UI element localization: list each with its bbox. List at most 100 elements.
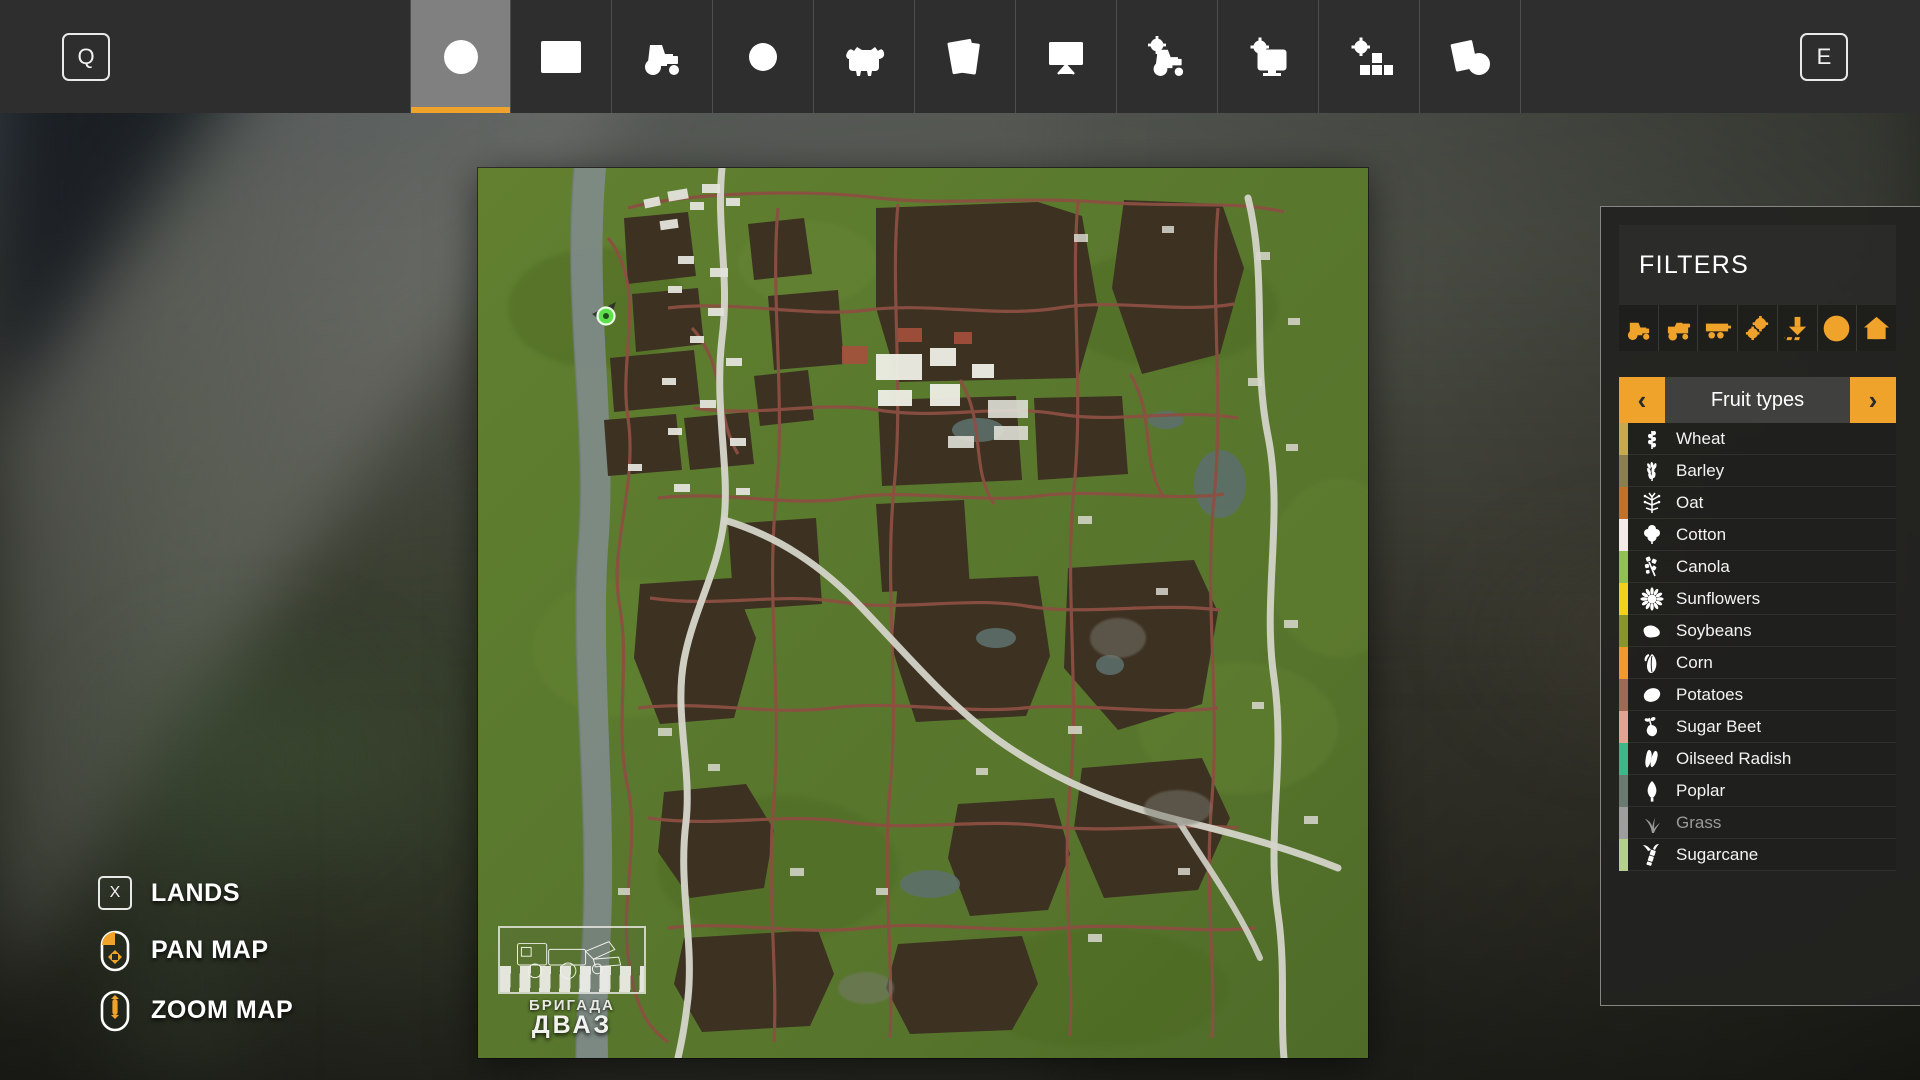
filter-warning[interactable] <box>1818 305 1858 351</box>
fruit-icon-wrap <box>1628 555 1676 579</box>
category-next-button[interactable]: › <box>1850 377 1896 423</box>
tractor-filter-icon <box>1627 322 1650 340</box>
nav-tab-dollar-coin[interactable]: $ <box>713 0 814 113</box>
help-row: PAN MAP <box>98 930 293 972</box>
filter-trailer[interactable] <box>1698 305 1739 351</box>
cotton-icon <box>1644 524 1660 544</box>
map-viewport[interactable]: БРИГАДА ДВАЗ <box>478 168 1368 1058</box>
filter-house[interactable] <box>1857 305 1896 351</box>
fruit-row[interactable]: Canola <box>1619 550 1896 583</box>
fruit-color-swatch <box>1619 614 1628 647</box>
fruit-row[interactable]: Grass <box>1619 806 1896 839</box>
trailer-filter-icon <box>1706 323 1732 339</box>
fruit-color-swatch <box>1619 422 1628 455</box>
key-x[interactable]: X <box>98 876 132 910</box>
filter-tools[interactable] <box>1738 305 1778 351</box>
filter-harvester[interactable] <box>1659 305 1699 351</box>
nav-tab-tractor[interactable] <box>612 0 713 113</box>
fruit-name: Wheat <box>1676 428 1726 448</box>
fruit-color-swatch <box>1619 678 1628 711</box>
nav-tab-monitor-gear[interactable] <box>1218 0 1319 113</box>
map-help-legend: X LANDS PAN MAP ZOOM MAP <box>98 876 294 1032</box>
mouse-zoom-icon <box>98 990 132 1032</box>
fruit-name: Sugarcane <box>1676 844 1759 864</box>
house-filter-icon <box>1864 316 1890 339</box>
fruit-icon-wrap <box>1628 459 1676 483</box>
fruit-icon-wrap <box>1628 586 1676 611</box>
fruit-row[interactable]: Cotton <box>1619 518 1896 551</box>
fruit-row[interactable]: Sugar Beet <box>1619 710 1896 743</box>
fruit-color-swatch <box>1619 646 1628 679</box>
category-name: Fruit types <box>1665 377 1850 423</box>
key-q[interactable]: Q <box>62 32 110 81</box>
category-prev-button[interactable]: ‹ <box>1619 377 1665 423</box>
fruit-name: Barley <box>1676 460 1725 480</box>
contracts-icon <box>947 38 980 74</box>
help-row: X LANDS <box>98 876 293 910</box>
fruit-icon-wrap <box>1628 523 1676 547</box>
fruit-row[interactable]: Wheat <box>1619 422 1896 455</box>
filters-title: FILTERS <box>1619 225 1896 305</box>
filter-category-selector: ‹ Fruit types › <box>1619 377 1896 423</box>
fruit-row[interactable]: Poplar <box>1619 774 1896 807</box>
unload-filter-icon <box>1783 316 1806 340</box>
fruit-row[interactable]: Soybeans <box>1619 614 1896 647</box>
filter-icon-row <box>1619 305 1896 351</box>
nav-tab-contracts[interactable] <box>915 0 1016 113</box>
svg-text:$: $ <box>758 48 769 69</box>
mouse-pan-icon <box>98 930 132 972</box>
wheat-icon <box>1648 430 1656 449</box>
soybean-icon <box>1643 625 1660 637</box>
nav-tab-blocks-gear[interactable] <box>1319 0 1420 113</box>
fruit-row[interactable]: Sugarcane <box>1619 838 1896 871</box>
fruit-name: Canola <box>1676 556 1730 576</box>
help-label: LANDS <box>151 878 241 907</box>
filters-panel: FILTERS ‹ Fruit types › Wheat Barley Oat Co… <box>1600 206 1920 1006</box>
fruit-row[interactable]: Barley <box>1619 454 1896 487</box>
fruit-row[interactable]: Oilseed Radish <box>1619 742 1896 775</box>
fruit-icon-wrap <box>1628 651 1676 675</box>
oilseedradish-icon <box>1645 749 1658 768</box>
fruit-row[interactable]: Corn <box>1619 646 1896 679</box>
nav-tab-bar-chart[interactable] <box>511 0 612 113</box>
fruit-row[interactable]: Oat <box>1619 486 1896 519</box>
barley-icon <box>1647 461 1657 481</box>
monitor-gear-icon <box>1250 37 1287 76</box>
nav-tab-globe[interactable] <box>410 0 511 113</box>
fruit-icon-wrap <box>1628 811 1676 835</box>
fruit-color-swatch <box>1619 582 1628 615</box>
oat-icon <box>1643 492 1661 513</box>
blocks-gear-icon <box>1351 37 1393 75</box>
fruit-icon-wrap <box>1628 619 1676 643</box>
harvester-filter-icon <box>1667 322 1690 341</box>
fruit-color-swatch <box>1619 486 1628 519</box>
bar-chart-icon <box>541 40 581 73</box>
sugarbeet-icon <box>1644 716 1657 736</box>
fruit-color-swatch <box>1619 774 1628 807</box>
map-overlay-layer <box>478 168 1368 1058</box>
warning-filter-icon <box>1824 315 1850 341</box>
fruit-icon-wrap <box>1628 843 1676 867</box>
fruit-name: Grass <box>1676 812 1722 832</box>
fruit-icon-wrap <box>1628 491 1676 515</box>
fruit-color-swatch <box>1619 806 1628 839</box>
fruit-icon-wrap <box>1628 747 1676 771</box>
fruit-row[interactable]: Potatoes <box>1619 678 1896 711</box>
help-label: ZOOM MAP <box>151 995 294 1024</box>
filter-unload[interactable] <box>1778 305 1818 351</box>
fruit-name: Poplar <box>1676 780 1726 800</box>
fruit-row[interactable]: Sunflowers <box>1619 582 1896 615</box>
fruit-icon-wrap <box>1628 779 1676 803</box>
dollar-coin-icon: $ <box>749 42 777 71</box>
nav-tab-cow[interactable] <box>814 0 915 113</box>
fruit-color-swatch <box>1619 550 1628 583</box>
fruit-color-swatch <box>1619 838 1628 871</box>
right-key-hint: E <box>1521 0 1920 113</box>
nav-tab-presentation[interactable] <box>1016 0 1117 113</box>
tools-filter-icon <box>1745 315 1769 340</box>
nav-tab-tractor-gear[interactable] <box>1117 0 1218 113</box>
nav-tab-document-info[interactable] <box>1420 0 1521 113</box>
key-e[interactable]: E <box>1800 32 1848 81</box>
filter-tractor[interactable] <box>1619 305 1659 351</box>
canola-icon <box>1644 556 1657 576</box>
